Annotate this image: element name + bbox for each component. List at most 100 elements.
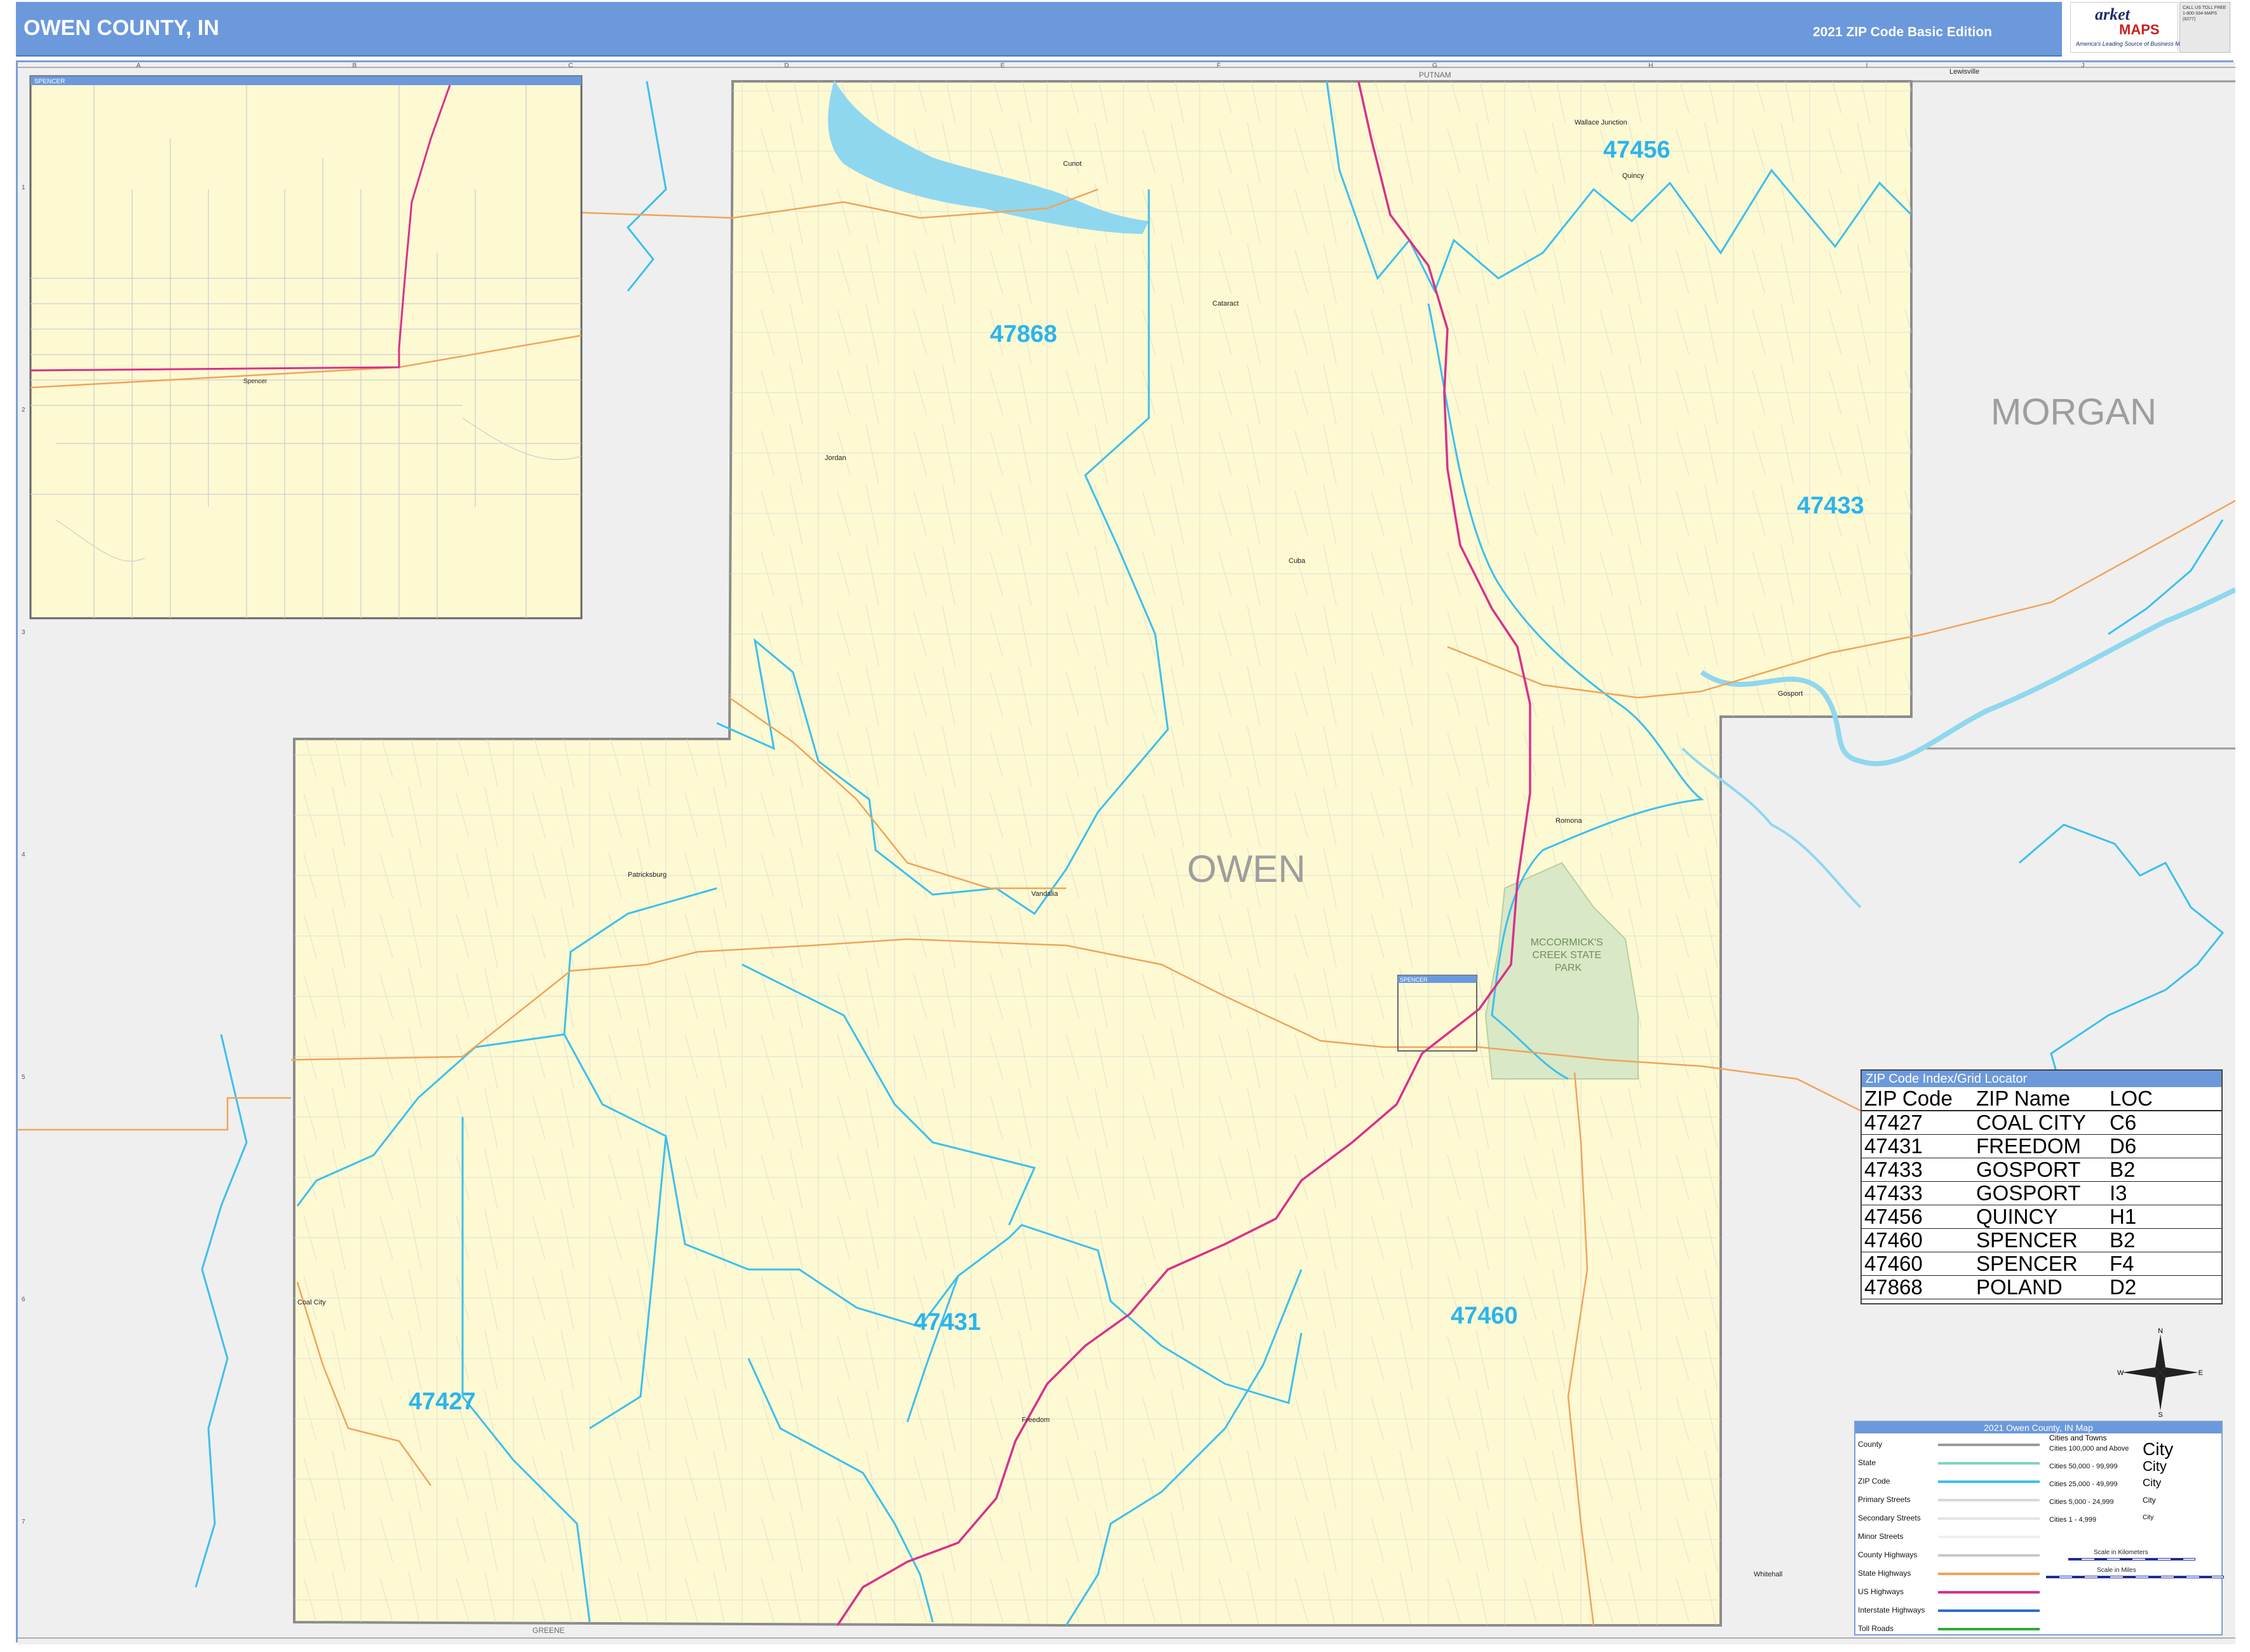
logo-contact-badge: CALL US TOLL FREE 1-800-334-MAPS (6277) (2179, 2, 2230, 53)
place-cuba: Cuba (1289, 557, 1306, 565)
legend-item-swatch (1938, 1499, 2040, 1501)
table-row[interactable]: 47460 SPENCER B2 (1862, 1229, 2221, 1252)
scale-mi-label: Scale in Miles (2097, 1567, 2136, 1574)
place-romona: Romona (1555, 817, 1582, 825)
legend-city-sample: City (2143, 1439, 2174, 1459)
table-row[interactable]: 47460 SPENCER F4 (1862, 1252, 2221, 1276)
zip-index-table: ZIP Code ZIP Name LOC 47427 COAL CITY C6 4… (1862, 1087, 2221, 1299)
zip-index-header-zip: ZIP Code (1864, 1087, 1953, 1110)
legend-item-swatch (1938, 1462, 2040, 1465)
scale-km-label: Scale in Kilometers (2094, 1549, 2148, 1556)
loc-cell: B2 (2110, 1228, 2136, 1252)
zip-label-47433[interactable]: 47433 (1797, 492, 1864, 519)
svg-text:7: 7 (22, 1519, 25, 1526)
svg-text:5: 5 (22, 1074, 25, 1081)
spencer-inset-map[interactable]: SPENCER Spencer (29, 75, 583, 620)
legend-city-label: Cities 100,000 and Above (2049, 1445, 2129, 1452)
legend-city-sample: City (2143, 1496, 2156, 1505)
zip-index-table-panel: ZIP Code Index/Grid Locator ZIP Code ZIP… (1860, 1069, 2223, 1304)
loc-cell: I3 (2110, 1181, 2127, 1205)
table-row[interactable]: 47868 POLAND D2 (1862, 1276, 2221, 1299)
zip-name-cell: GOSPORT (1976, 1158, 2081, 1181)
legend-item-swatch (1938, 1591, 2040, 1594)
county-label-putnam: PUTNAM (1419, 71, 1451, 79)
loc-cell: B2 (2110, 1158, 2136, 1181)
svg-text:4: 4 (22, 851, 25, 858)
table-row[interactable]: 47433 GOSPORT B2 (1862, 1158, 2221, 1182)
zip-label-47868[interactable]: 47868 (990, 321, 1057, 348)
svg-text:C: C (568, 62, 573, 69)
scale-bar-km (2068, 1558, 2195, 1561)
legend-item-swatch (1938, 1444, 2040, 1446)
zip-label-47431[interactable]: 47431 (914, 1309, 981, 1336)
legend-item-swatch (1938, 1536, 2040, 1538)
svg-text:B: B (353, 62, 357, 69)
svg-text:I: I (1866, 62, 1868, 69)
inset-title: SPENCER (34, 78, 65, 85)
place-gosport: Gosport (1778, 690, 1803, 698)
county-label-morgan: MORGAN (1991, 391, 2157, 433)
compass-s: S (2158, 1411, 2162, 1417)
place-vandalia: Vandalia (1031, 890, 1059, 898)
legend-city-sample: City (2143, 1477, 2162, 1489)
zip-name-cell: QUINCY (1976, 1205, 2058, 1228)
legend-item-swatch (1938, 1517, 2040, 1520)
legend-item-swatch (1938, 1573, 2040, 1575)
legend-item-label: State Highways (1858, 1569, 1911, 1578)
loc-cell: D2 (2110, 1275, 2137, 1299)
county-map[interactable]: OWEN MORGAN PUTNAM GREENE MCCORMICK'S CR… (18, 62, 2235, 1644)
legend-item-label: ZIP Code (1858, 1477, 1890, 1486)
county-label-greene: GREENE (532, 1626, 565, 1635)
table-row[interactable]: 47456 QUINCY H1 (1862, 1205, 2221, 1229)
svg-text:G: G (1432, 62, 1437, 69)
svg-text:F: F (1217, 62, 1221, 69)
zip-name-cell: SPENCER (1976, 1252, 2078, 1275)
svg-text:2: 2 (22, 407, 25, 414)
zip-label-47460[interactable]: 47460 (1451, 1303, 1518, 1329)
logo-contact-text: CALL US TOLL FREE 1-800-334-MAPS (6277) (2183, 6, 2226, 22)
compass-rose-icon: N S E W (2117, 1328, 2203, 1417)
legend-item-label: Secondary Streets (1858, 1513, 1921, 1522)
place-patricksburg: Patricksburg (628, 871, 667, 879)
zip-label-47427[interactable]: 47427 (409, 1388, 476, 1415)
svg-text:1: 1 (22, 184, 25, 191)
zip-cell: 47868 (1864, 1275, 1923, 1299)
county-label-owen: OWEN (1187, 848, 1306, 890)
zip-cell: 47427 (1864, 1111, 1923, 1134)
inset-city-label: Spencer (243, 378, 268, 385)
legend-city-label: Cities 5,000 - 24,999 (2049, 1498, 2114, 1506)
map-frame[interactable]: OWEN MORGAN PUTNAM GREENE MCCORMICK'S CR… (16, 60, 2235, 1644)
svg-text:3: 3 (22, 629, 25, 636)
zip-index-header-row: ZIP Code ZIP Name LOC (1862, 1087, 2221, 1111)
legend-item-swatch (1938, 1628, 2040, 1630)
legend-title: 2021 Owen County, IN Map (1855, 1422, 2221, 1433)
zip-cell: 47431 (1864, 1134, 1923, 1158)
zip-label-47456[interactable]: 47456 (1603, 137, 1671, 163)
legend-city-label: Cities 1 - 4,999 (2049, 1516, 2096, 1524)
svg-text:H: H (1648, 62, 1653, 69)
legend-item-label: County (1858, 1440, 1883, 1449)
table-row[interactable]: 47431 FREEDOM D6 (1862, 1135, 2221, 1158)
spencer-callout-label: SPENCER (1400, 977, 1428, 983)
map-legend: 2021 Owen County, IN Map Cities and Town… (1854, 1421, 2224, 1635)
loc-cell: F4 (2110, 1252, 2134, 1275)
compass-w: W (2117, 1369, 2124, 1377)
edition-label: 2021 ZIP Code Basic Edition (1812, 25, 1992, 39)
svg-text:D: D (784, 62, 789, 69)
table-row[interactable]: 47433 GOSPORT I3 (1862, 1182, 2221, 1205)
zip-cell: 47433 (1864, 1158, 1923, 1181)
market-maps-logo[interactable]: arket MAPS America's Leading Source of B… (2070, 2, 2189, 53)
legend-city-sample: City (2143, 1458, 2167, 1474)
place-quincy: Quincy (1622, 172, 1644, 180)
place-coal-city: Coal City (297, 1299, 326, 1306)
legend-item-label: US Highways (1858, 1587, 1904, 1596)
svg-text:J: J (2082, 62, 2085, 69)
legend-cities-heading: Cities and Towns (2049, 1433, 2107, 1442)
zip-name-cell: COAL CITY (1976, 1111, 2086, 1134)
logo-brand-maps: MAPS (2119, 22, 2160, 37)
zip-cell: 47456 (1864, 1205, 1923, 1228)
legend-city-label: Cities 50,000 - 99,999 (2049, 1463, 2118, 1470)
table-row[interactable]: 47427 COAL CITY C6 (1862, 1111, 2221, 1135)
legend-item-label: Primary Streets (1858, 1495, 1911, 1504)
zip-cell: 47460 (1864, 1228, 1923, 1252)
